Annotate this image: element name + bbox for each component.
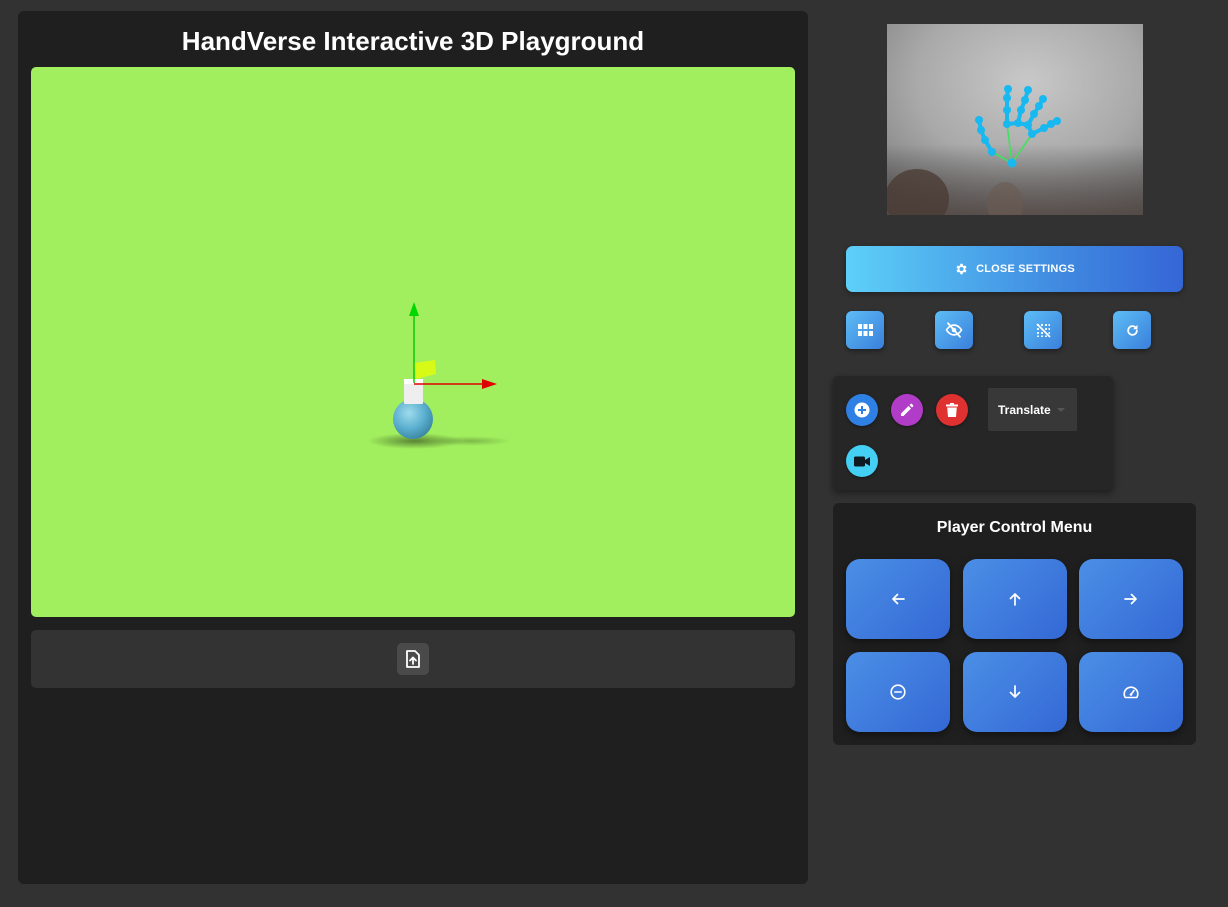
hand-tracking-feed [887,24,1143,215]
player-menu-title: Player Control Menu [936,519,1093,536]
camera-button[interactable] [846,445,878,477]
scene-panel: HandVerse Interactive 3D Playground [18,11,808,884]
speedometer-icon [1123,686,1139,699]
move-up-button[interactable] [963,559,1067,639]
delete-object-button[interactable] [936,394,968,426]
scene-canvas[interactable] [31,67,795,617]
webcam-preview [887,24,1143,215]
move-left-button[interactable] [846,559,950,639]
chevron-down-icon [1056,407,1065,412]
toggle-visibility-button[interactable] [935,311,973,349]
gizmo-y-arrow[interactable] [409,302,419,316]
arrow-right-icon [1124,593,1137,605]
toggle-grid-button[interactable] [846,311,884,349]
reset-scene-button[interactable] [1113,311,1151,349]
gear-icon [956,263,967,275]
transform-mode-select[interactable]: Translate [988,388,1077,431]
move-right-button[interactable] [1079,559,1183,639]
video-camera-icon [854,456,870,466]
stop-button[interactable] [846,652,950,732]
grid-off-icon [1035,322,1051,338]
gizmo-plane-handle[interactable] [414,360,436,379]
speed-button[interactable] [1079,652,1183,732]
upload-button[interactable] [397,643,429,675]
add-circle-icon [854,402,870,418]
close-settings-button[interactable]: CLOSE SETTINGS [846,246,1183,292]
object-tools-panel: Translate [833,376,1113,490]
sphere-object[interactable] [393,399,433,439]
trash-icon [946,403,958,417]
transform-mode-value: Translate [998,402,1051,417]
upload-bar [31,630,795,688]
gizmo-x-arrow[interactable] [482,379,497,389]
move-down-button[interactable] [963,652,1067,732]
toggle-grid-off-button[interactable] [1024,311,1062,349]
ground-shadow-secondary [431,436,511,446]
arrow-up-icon [1009,593,1021,606]
add-object-button[interactable] [846,394,878,426]
refresh-icon [1126,324,1138,336]
player-control-menu: Player Control Menu [833,503,1196,745]
pencil-icon [901,403,914,416]
close-settings-label: CLOSE SETTINGS [976,263,1075,275]
edit-object-button[interactable] [891,394,923,426]
file-upload-icon [406,650,420,668]
grid-icon [857,324,873,336]
minus-circle-icon [890,684,906,700]
arrow-down-icon [1009,685,1021,698]
eye-off-icon [945,322,963,338]
3d-viewport[interactable] [31,67,795,617]
page-title: HandVerse Interactive 3D Playground [181,26,645,56]
arrow-left-icon [892,593,905,605]
